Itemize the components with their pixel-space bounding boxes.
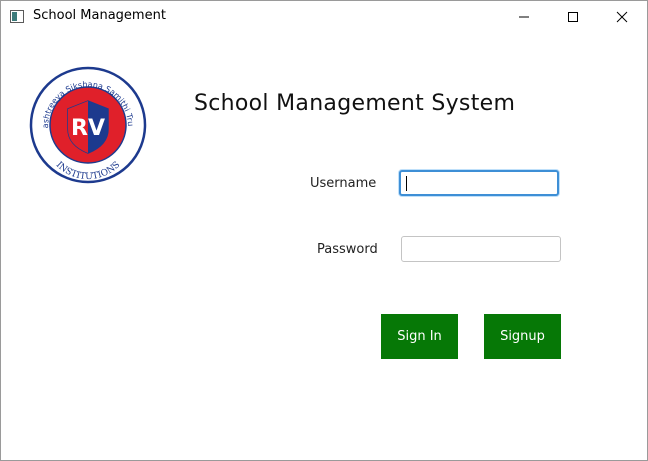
maximize-button[interactable]: [550, 1, 596, 32]
username-input[interactable]: [399, 170, 559, 196]
app-icon: [10, 10, 24, 23]
rv-institutions-logo: RV Rashtreeya Sikshana Samithi Trust INS…: [28, 65, 147, 184]
sign-in-button[interactable]: Sign In: [381, 314, 458, 359]
app-window: School Management RV ashtreeya Sikshana …: [0, 0, 648, 461]
page-title: School Management System: [194, 91, 516, 116]
minimize-button[interactable]: [501, 1, 547, 32]
password-label: Password: [317, 242, 378, 257]
close-button[interactable]: [599, 1, 645, 32]
title-bar[interactable]: School Management: [1, 1, 647, 32]
signup-button[interactable]: Signup: [484, 314, 561, 359]
password-input[interactable]: [401, 236, 561, 262]
maximize-icon: [568, 11, 578, 22]
logo-center-text: RV: [71, 116, 105, 141]
close-icon: [616, 11, 628, 22]
minimize-icon: [519, 16, 529, 17]
username-label: Username: [310, 176, 377, 191]
text-caret: [406, 176, 407, 191]
window-title: School Management: [33, 8, 166, 23]
